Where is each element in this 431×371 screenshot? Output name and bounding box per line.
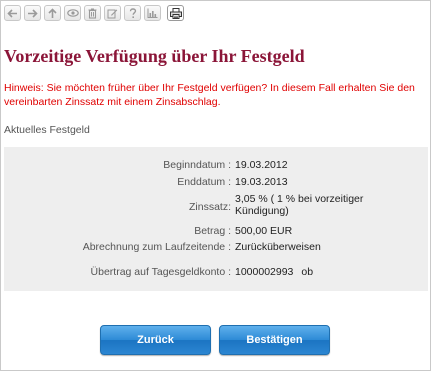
up-arrow-button[interactable] [44, 5, 61, 21]
amount-value: 500,00 EUR [235, 225, 293, 237]
trash-icon [88, 8, 97, 19]
toolbar [4, 5, 184, 23]
interest-rate-label: Zinssatz: [188, 201, 231, 213]
hint-text: Hinweis: Sie möchten früher über Ihr Fes… [4, 82, 415, 108]
chart-button[interactable] [144, 5, 161, 21]
chart-icon [147, 8, 158, 18]
forward-arrow-button[interactable] [24, 5, 41, 21]
end-date-label: Enddatum : [177, 176, 231, 188]
print-icon [169, 7, 182, 19]
end-date-value: 19.03.2013 [235, 176, 288, 188]
up-arrow-icon [48, 7, 57, 18]
confirm-button[interactable]: Bestätigen [219, 325, 330, 355]
interest-rate-value: 3,05 % ( 1 % bei vorzeitiger Kündigung) [235, 193, 364, 217]
page-title: Vorzeitige Verfügung über Ihr Festgeld [4, 46, 305, 66]
help-icon [129, 7, 136, 18]
details-panel: Beginndatum : 19.03.2012 Enddatum : 19.0… [4, 147, 428, 291]
settlement-value: Zurücküberweisen [235, 241, 321, 253]
edit-button[interactable] [104, 5, 121, 21]
settlement-label: Abrechnung zum Laufzeitende : [82, 241, 231, 253]
transfer-account-number: 1000002993 [235, 266, 294, 278]
edit-icon [107, 9, 118, 18]
page-frame: Vorzeitige Verfügung über Ihr Festgeld H… [0, 0, 431, 371]
delete-button[interactable] [84, 5, 101, 21]
back-button[interactable]: Zurück [100, 325, 211, 355]
back-arrow-icon [7, 8, 17, 18]
help-button[interactable] [124, 5, 141, 21]
transfer-value: 1000002993 ob [235, 266, 405, 278]
eye-icon [66, 9, 79, 17]
back-arrow-button[interactable] [4, 5, 21, 21]
begin-date-label: Beginndatum : [163, 159, 231, 171]
amount-label: Betrag : [194, 225, 231, 237]
print-button[interactable] [167, 5, 184, 21]
transfer-suffix: ob [301, 266, 314, 278]
begin-date-value: 19.03.2012 [235, 159, 288, 171]
section-label: Aktuelles Festgeld [4, 124, 90, 136]
view-button[interactable] [64, 5, 81, 21]
transfer-label: Übertrag auf Tagesgeldkonto : [90, 266, 231, 278]
forward-arrow-icon [28, 8, 38, 18]
